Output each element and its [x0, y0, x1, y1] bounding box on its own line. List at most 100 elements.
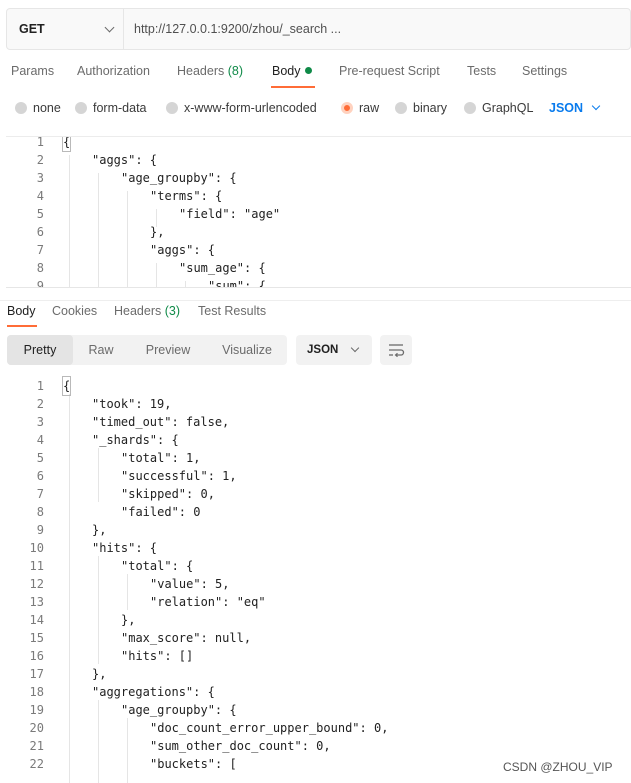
line-number: 3 [36, 415, 44, 429]
tab-settings[interactable]: Settings [522, 64, 567, 78]
code-line: 2 "aggs": { [6, 151, 631, 169]
body-format-label: JSON [549, 101, 584, 115]
tab-cookies[interactable]: Cookies [52, 304, 97, 318]
code-text: "successful": 1, [121, 469, 237, 483]
code-line: 7 "skipped": 0, [6, 485, 631, 503]
code-line: 5 "total": 1, [6, 449, 631, 467]
tab-response-body[interactable]: Body [7, 304, 36, 318]
line-number: 15 [29, 631, 44, 645]
code-line: 20 "doc_count_error_upper_bound": 0, [6, 719, 631, 737]
response-body-viewer[interactable]: 1{ 2 "took": 19, 3 "timed_out": false, 4 "_… [6, 376, 631, 783]
tab-headers[interactable]: Headers (8) [177, 64, 243, 78]
method-select[interactable]: GET [7, 9, 124, 49]
line-number: 1 [36, 379, 44, 393]
code-text: "took": 19, [92, 397, 172, 411]
code-line: 16 "hits": [] [6, 647, 631, 665]
radio-graphql[interactable]: GraphQL [464, 101, 533, 115]
wrap-lines-button[interactable] [380, 335, 412, 365]
code-text: "_shards": { [92, 433, 179, 447]
code-text: "total": { [121, 559, 194, 573]
radio-circle-icon [75, 102, 87, 114]
line-number: 8 [36, 261, 44, 275]
code-text: "value": 5, [150, 577, 230, 591]
method-label: GET [19, 22, 45, 36]
response-tabs: Body Cookies Headers (3) Test Results [0, 300, 631, 328]
radio-circle-icon [166, 102, 178, 114]
chevron-down-icon [351, 343, 360, 353]
code-text: }, [121, 613, 136, 627]
code-text: }, [92, 523, 107, 537]
line-number: 9 [36, 279, 44, 288]
url-text: http://127.0.0.1:9200/zhou/_search ... [134, 22, 342, 36]
line-number: 7 [36, 487, 44, 501]
line-number: 21 [29, 739, 44, 753]
line-number: 6 [36, 469, 44, 483]
radio-circle-icon [395, 102, 407, 114]
code-text: "max_score": null, [121, 631, 252, 645]
radio-binary[interactable]: binary [395, 101, 447, 115]
radio-circle-icon [464, 102, 476, 114]
line-number: 10 [29, 541, 44, 555]
radio-none-label: none [33, 101, 61, 115]
tab-params[interactable]: Params [11, 64, 54, 78]
line-number: 7 [36, 243, 44, 257]
tab-authorization[interactable]: Authorization [77, 64, 150, 78]
line-number: 13 [29, 595, 44, 609]
code-line: 17}, [6, 665, 631, 683]
tab-test-results[interactable]: Test Results [198, 304, 266, 318]
tab-tests[interactable]: Tests [467, 64, 496, 78]
body-type-radios: none form-data x-www-form-urlencoded raw… [0, 96, 631, 122]
code-text: "sum_other_doc_count": 0, [150, 739, 331, 753]
active-tab-indicator [271, 86, 315, 88]
code-text: }, [150, 225, 165, 239]
code-text: { [61, 137, 72, 152]
code-line: 10 "hits": { [6, 539, 631, 557]
tab-response-headers[interactable]: Headers (3) [114, 304, 180, 318]
code-text: }, [92, 667, 107, 681]
view-pretty-button[interactable]: Pretty [7, 335, 73, 365]
line-number: 5 [36, 451, 44, 465]
headers-count-badge: (3) [164, 304, 181, 318]
code-text: "relation": "eq" [150, 595, 266, 609]
tab-prerequest-script[interactable]: Pre-request Script [339, 64, 440, 78]
code-line: 3 "timed_out": false, [6, 413, 631, 431]
code-text: "timed_out": false, [92, 415, 230, 429]
code-text: "hits": [] [121, 649, 194, 663]
code-text: "hits": { [92, 541, 158, 555]
code-text: "age_groupby": { [121, 171, 237, 185]
code-line: 6}, [6, 223, 631, 241]
tab-body[interactable]: Body [272, 64, 312, 78]
line-number: 8 [36, 505, 44, 519]
radio-none[interactable]: none [15, 101, 61, 115]
code-line: 1{ [6, 137, 631, 152]
code-line: 4 "terms": { [6, 187, 631, 205]
radio-raw-label: raw [359, 101, 380, 115]
line-number: 16 [29, 649, 44, 663]
code-line: 1{ [6, 376, 631, 396]
radio-urlencoded-label: x-www-form-urlencoded [184, 101, 317, 115]
radio-form-data[interactable]: form-data [75, 101, 147, 115]
view-preview-button[interactable]: Preview [131, 335, 205, 365]
url-input[interactable]: http://127.0.0.1:9200/zhou/_search ... [124, 9, 630, 49]
radio-binary-label: binary [413, 101, 448, 115]
line-number: 5 [36, 207, 44, 221]
code-line: 13 "relation": "eq" [6, 593, 631, 611]
code-line: 3 "age_groupby": { [6, 169, 631, 187]
view-visualize-button[interactable]: Visualize [207, 335, 287, 365]
line-number: 3 [36, 171, 44, 185]
code-line: 8 "failed": 0 [6, 503, 631, 521]
tab-headers-label: Headers [177, 64, 225, 78]
line-number: 2 [36, 153, 44, 167]
body-format-select[interactable]: JSON [549, 101, 601, 115]
radio-form-data-label: form-data [93, 101, 147, 115]
chevron-down-icon [591, 101, 601, 111]
code-line: 8 "sum_age": { [6, 259, 631, 277]
view-raw-button[interactable]: Raw [73, 335, 129, 365]
code-text: "doc_count_error_upper_bound": 0, [150, 721, 389, 735]
request-body-editor[interactable]: 1{ 2 "aggs": { 3 "age_groupby": { 4 "terms"… [6, 136, 631, 288]
radio-raw[interactable]: raw [341, 101, 379, 115]
radio-graphql-label: GraphQL [482, 101, 534, 115]
code-line: 19 "age_groupby": { [6, 701, 631, 719]
response-format-select[interactable]: JSON [296, 335, 372, 365]
radio-urlencoded[interactable]: x-www-form-urlencoded [166, 101, 317, 115]
